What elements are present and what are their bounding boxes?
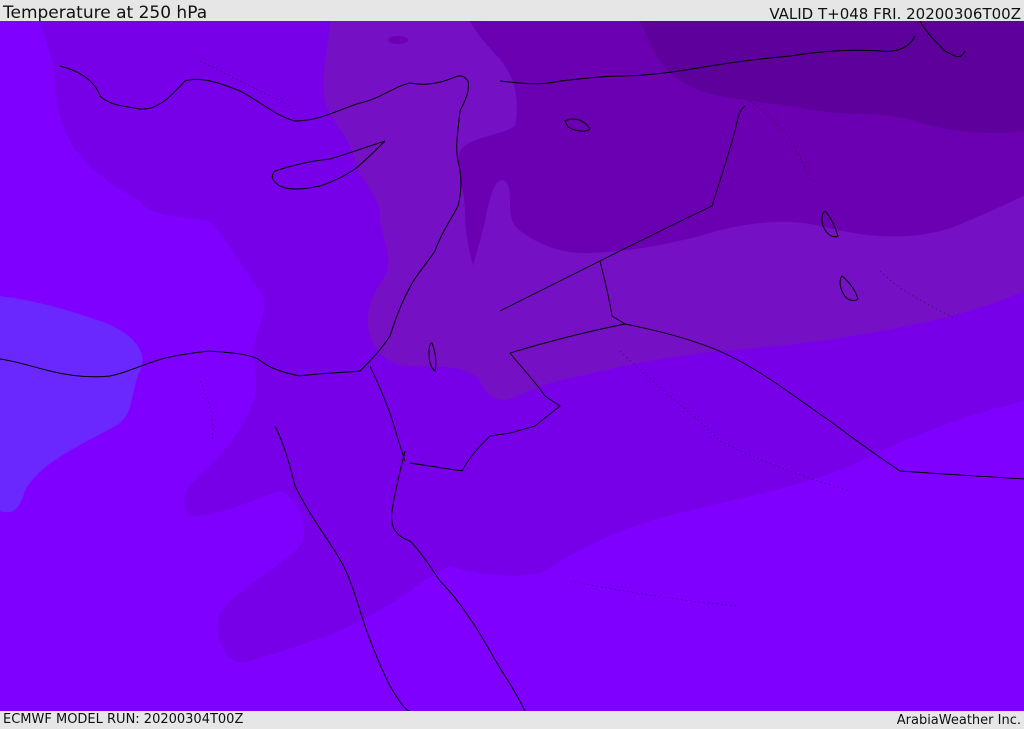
- header-bar: Temperature at 250 hPa VALID T+048 FRI. …: [0, 0, 1024, 23]
- temperature-map[interactable]: [0, 21, 1024, 711]
- footer-bar: ECMWF MODEL RUN: 20200304T00Z ArabiaWeat…: [0, 711, 1024, 729]
- map-canvas: [0, 21, 1024, 711]
- credit: ArabiaWeather Inc.: [896, 713, 1021, 728]
- cold-spot: [388, 36, 408, 44]
- model-run: ECMWF MODEL RUN: 20200304T00Z: [3, 712, 244, 727]
- map-title: Temperature at 250 hPa: [3, 3, 208, 23]
